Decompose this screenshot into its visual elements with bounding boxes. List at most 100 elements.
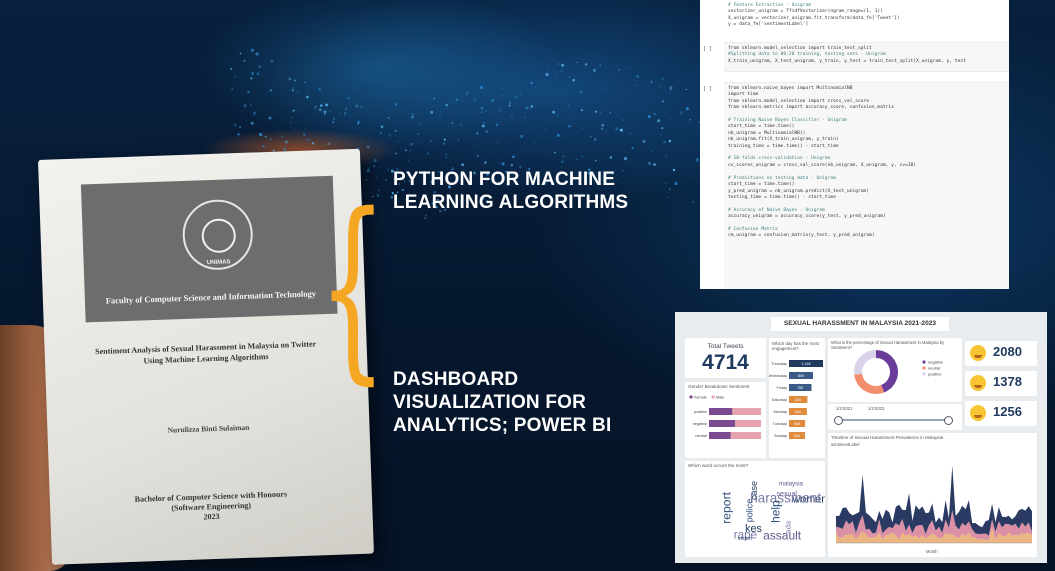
day-value-label: 1,148: [802, 362, 811, 366]
cell-run-prompt[interactable]: [ ]: [703, 86, 712, 92]
particle-dot: [479, 85, 484, 90]
seal-text: UNIMAS: [206, 259, 231, 267]
particle-dot: [457, 139, 459, 141]
particle-dot: [327, 142, 330, 146]
particle-dot: [233, 123, 237, 127]
date-slider-end-handle[interactable]: [944, 416, 953, 425]
particle-dot: [560, 70, 563, 73]
particle-dot: [410, 142, 414, 146]
particle-dot: [343, 111, 347, 115]
particle-dot: [440, 111, 442, 113]
particle-dot: [556, 133, 560, 137]
particle-dot: [239, 52, 242, 55]
particle-dot: [394, 103, 398, 106]
particle-dot: [332, 121, 335, 124]
word-question: Which word occurs the most?: [688, 463, 749, 468]
timeline-axis-label: Month: [926, 549, 938, 554]
particle-dot: [556, 114, 559, 117]
date-slicer[interactable]: 1/1/2021 1/1/2023: [828, 404, 962, 430]
particle-dot: [642, 139, 646, 143]
particle-dot: [687, 175, 690, 177]
particle-dot: [605, 130, 608, 132]
particle-dot: [577, 131, 579, 133]
particle-dot: [695, 158, 699, 162]
timeline-card: Timeline of Sexual Harassment Prevalence…: [828, 433, 1037, 557]
particle-dot: [669, 188, 671, 190]
particle-dot: [445, 103, 448, 107]
university-seal-icon: UNIMAS: [181, 198, 254, 271]
emoji-card-1: 2080: [965, 341, 1037, 366]
particle-dot: [243, 104, 247, 108]
day-label: Thursday: [771, 362, 787, 366]
thesis-cover-band: UNIMAS Faculty of Computer Science and I…: [80, 175, 338, 323]
particle-dot: [647, 115, 651, 119]
cell-run-prompt[interactable]: [ ]: [703, 46, 712, 52]
particle-dot: [445, 156, 447, 159]
particle-dot: [567, 104, 570, 107]
particle-dot: [230, 68, 233, 70]
day-label: Wednesday: [769, 374, 787, 378]
particle-dot: [281, 135, 284, 138]
code-line: X_train_unigram, X_test_unigram, y_train…: [728, 58, 966, 64]
particle-dot: [530, 81, 533, 85]
particle-dot: [258, 65, 261, 68]
gender-bar-female: [709, 408, 733, 415]
particle-dot: [552, 110, 555, 114]
particle-dot: [388, 134, 392, 137]
sentiment-donut-chart: negativeneutralpositive: [854, 350, 944, 394]
particle-dot: [320, 104, 323, 107]
date-slider-start-handle[interactable]: [834, 416, 843, 425]
day-value-label: 545: [794, 422, 800, 426]
particle-dot: [580, 115, 582, 117]
thesis-degree: Bachelor of Computer Science with Honour…: [90, 488, 333, 526]
wordcloud-word: kes: [745, 523, 762, 535]
seal-emblem: [201, 218, 237, 254]
thesis-title: Sentiment Analysis of Sexual Harassment …: [75, 338, 338, 369]
particle-dot: [599, 64, 602, 67]
particle-dot: [409, 149, 412, 152]
particle-dot: [579, 90, 583, 94]
day-label: Saturday: [772, 398, 787, 402]
date-slider-track[interactable]: [836, 419, 948, 421]
particle-dot: [668, 139, 672, 143]
particle-dot: [347, 97, 350, 100]
particle-dot: [555, 73, 557, 76]
particle-dot: [661, 77, 664, 80]
code-line: y = data_fe['sentimentLabel']: [728, 22, 809, 28]
particle-dot: [329, 111, 331, 113]
particle-dot: [648, 161, 652, 165]
legend-label: positive: [928, 372, 942, 377]
gender-legend-label: Male: [716, 396, 724, 400]
particle-dot: [318, 108, 322, 112]
particle-dot: [554, 151, 556, 154]
particle-dot: [269, 89, 272, 92]
particle-dot: [619, 128, 623, 132]
particle-dot: [304, 81, 306, 84]
particle-dot: [442, 142, 446, 145]
particle-dot: [466, 91, 469, 94]
particle-dot: [679, 111, 683, 115]
particle-dot: [253, 113, 255, 115]
particle-dot: [407, 160, 410, 162]
particle-dot: [650, 80, 653, 84]
particle-dot: [306, 95, 309, 98]
gender-bar-male: [735, 420, 761, 427]
particle-dot: [623, 157, 628, 161]
particle-dot: [335, 133, 337, 135]
timeline-area-chart: negativeneutralpositive: [836, 465, 1032, 544]
particle-dot: [304, 128, 307, 130]
particle-dot: [534, 87, 536, 89]
particle-dot: [562, 155, 565, 158]
gender-bar-female: [709, 432, 731, 439]
wordcloud-word: ada: [784, 520, 793, 534]
total-tweets-value: 4714: [702, 351, 749, 374]
particle-dot: [667, 196, 670, 199]
particle-dot: [594, 110, 597, 113]
particle-dot: [255, 52, 259, 56]
particle-dot: [424, 214, 427, 217]
code-cell-train-test-split: from sklearn.model_selection import trai…: [724, 42, 1009, 72]
emoji-count: 2080: [993, 344, 1022, 359]
day-label: Monday: [773, 410, 787, 414]
particle-dot: [665, 182, 667, 185]
particle-dot: [502, 87, 505, 90]
